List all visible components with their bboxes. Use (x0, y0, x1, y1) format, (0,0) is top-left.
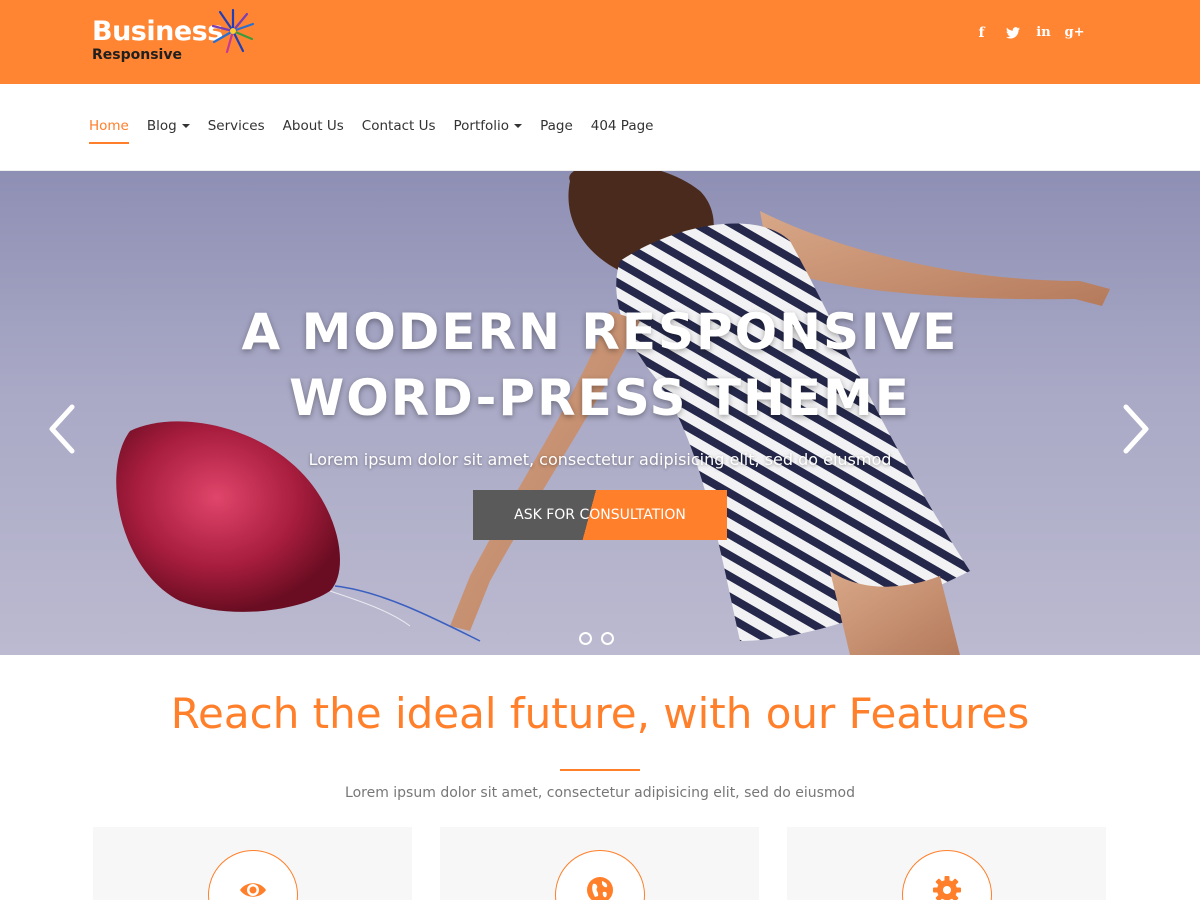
slider-pagination (579, 632, 614, 645)
caret-down-icon (181, 124, 190, 128)
hero-title: A MODERN RESPONSIVE WORD-PRESS THEME (0, 299, 1200, 431)
eye-icon (240, 883, 266, 897)
nav-item-label: Home (89, 118, 129, 134)
features-subtitle: Lorem ipsum dolor sit amet, consectetur … (345, 785, 855, 801)
nav-item-label: Blog (146, 118, 177, 134)
nav-item-label: About Us (282, 118, 344, 134)
site-logo[interactable]: Business Responsive (92, 8, 255, 63)
globe-icon (587, 877, 613, 900)
feature-card (440, 827, 759, 900)
nav-item-blog[interactable]: Blog (147, 118, 190, 144)
features-heading: Reach the ideal future, with our Feature… (170, 689, 1030, 738)
chevron-left-icon[interactable] (46, 403, 76, 455)
feature-card (787, 827, 1106, 900)
hero-subtitle: Lorem ipsum dolor sit amet, consectetur … (308, 450, 892, 469)
linkedin-icon[interactable]: in (1028, 22, 1059, 44)
hero-title-line-2: WORD-PRESS THEME (289, 369, 911, 427)
nav-item-label: Page (540, 118, 573, 134)
logo-tagline: Responsive (92, 47, 182, 63)
hero-slider: A MODERN RESPONSIVE WORD-PRESS THEME Lor… (0, 171, 1200, 655)
heading-divider (560, 769, 640, 771)
nav-item-label: Portfolio (453, 118, 510, 134)
nav-item-contact-us[interactable]: Contact Us (362, 118, 436, 144)
nav-item-404-page[interactable]: 404 Page (591, 118, 654, 144)
gear-icon (933, 876, 961, 900)
slide-dot[interactable] (601, 632, 614, 645)
starburst-icon (211, 8, 255, 54)
nav-item-services[interactable]: Services (208, 118, 265, 144)
googleplus-icon[interactable]: g+ (1059, 22, 1090, 44)
nav-item-about-us[interactable]: About Us (283, 118, 344, 144)
caret-down-icon (514, 124, 523, 128)
nav-item-label: Contact Us (361, 118, 436, 134)
facebook-icon[interactable]: f (966, 22, 997, 44)
slide-dot[interactable] (579, 632, 592, 645)
chevron-right-icon[interactable] (1122, 403, 1152, 455)
top-header: Business Responsive f in g+ (0, 0, 1200, 84)
feature-card (93, 827, 412, 900)
logo-name: Business (92, 16, 223, 47)
nav-item-portfolio[interactable]: Portfolio (454, 118, 523, 144)
nav-item-label: Services (207, 118, 265, 134)
hero-title-line-1: A MODERN RESPONSIVE (241, 303, 959, 361)
social-links: f in g+ (966, 22, 1090, 44)
main-navigation: Home Blog Services About Us Contact Us P… (0, 84, 1200, 171)
nav-item-page[interactable]: Page (540, 118, 573, 144)
nav-item-label: 404 Page (590, 118, 654, 134)
nav-item-home[interactable]: Home (89, 118, 129, 144)
twitter-icon[interactable] (997, 22, 1028, 44)
ask-for-consultation-button[interactable]: ASK FOR CONSULTATION (473, 490, 727, 540)
